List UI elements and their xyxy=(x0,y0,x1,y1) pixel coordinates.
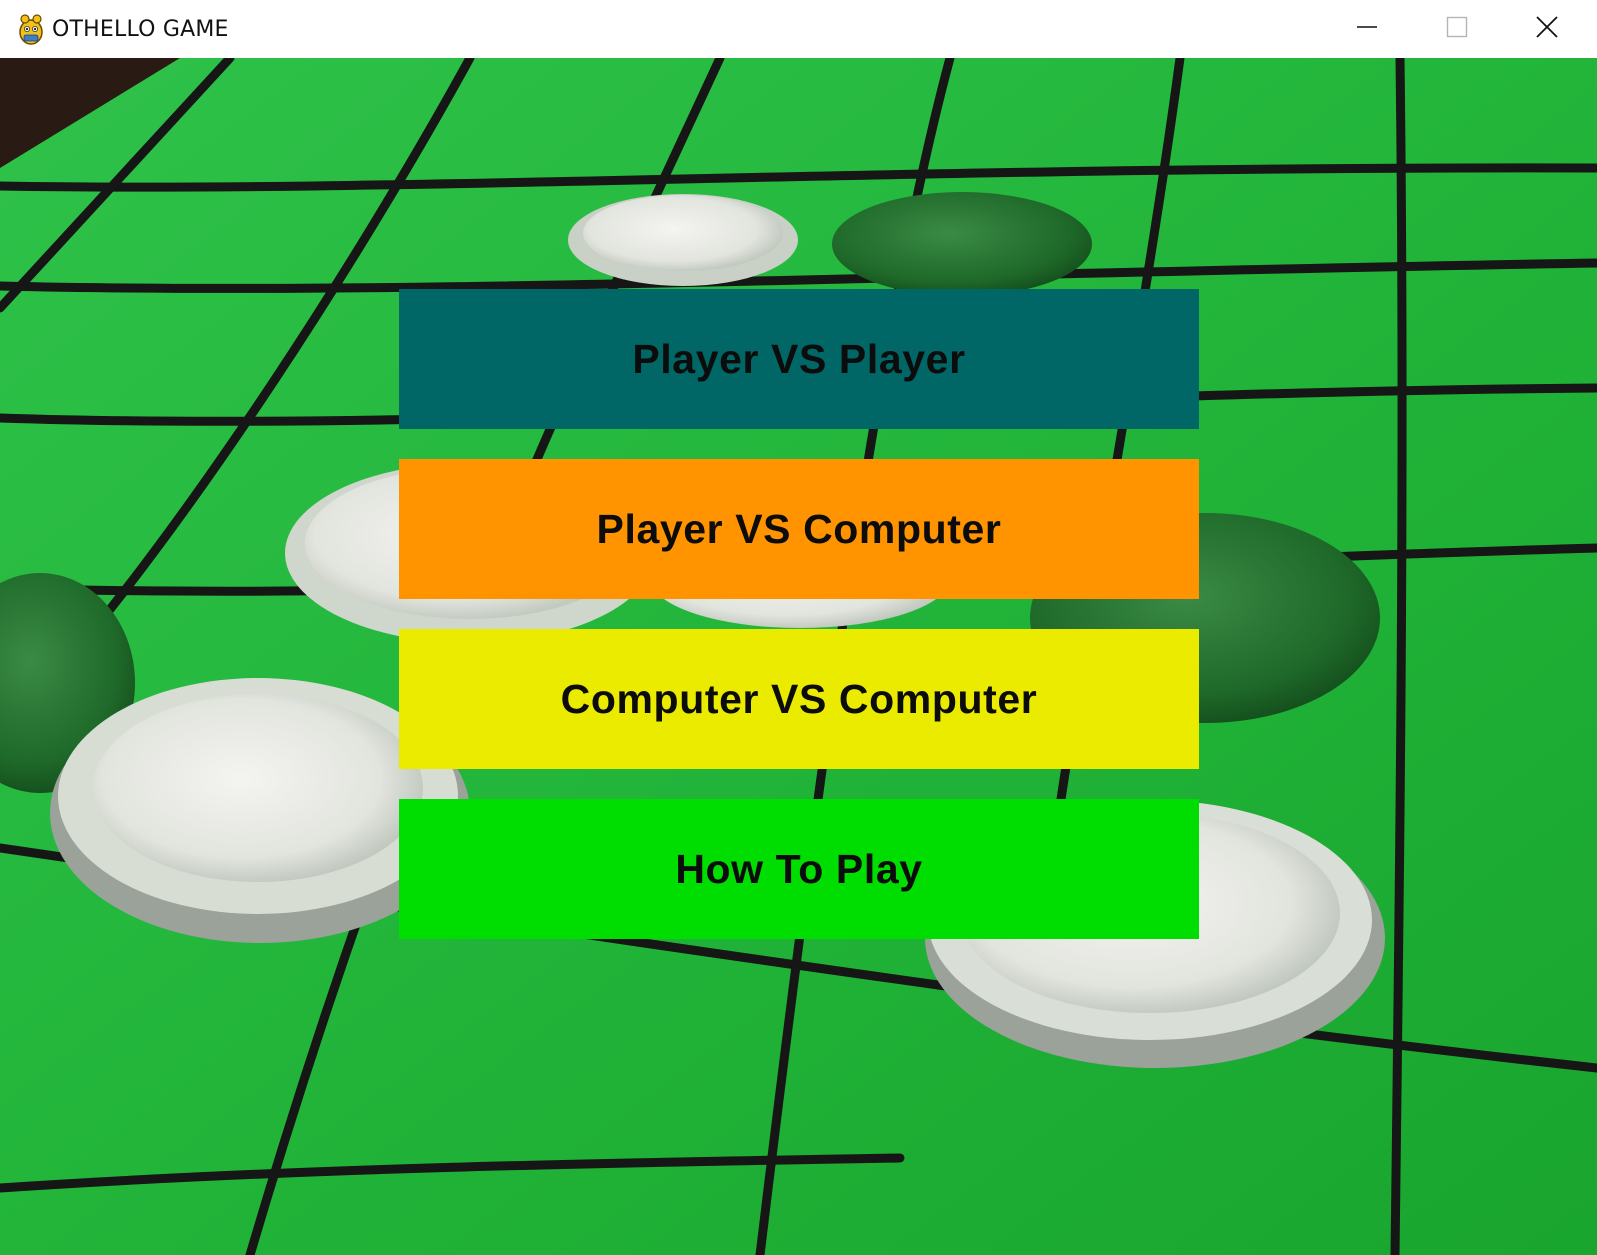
title-bar[interactable]: OTHELLO GAME xyxy=(0,0,1597,58)
minimize-button[interactable] xyxy=(1322,0,1412,54)
window-title: OTHELLO GAME xyxy=(52,16,229,42)
pygame-snake-icon xyxy=(19,14,43,45)
computer-vs-computer-button[interactable]: Computer VS Computer xyxy=(399,629,1199,769)
how-to-play-label: How To Play xyxy=(675,845,923,892)
how-to-play-button[interactable]: How To Play xyxy=(399,799,1199,939)
close-icon xyxy=(1536,16,1558,38)
maximize-icon xyxy=(1446,16,1468,38)
player-vs-computer-label: Player VS Computer xyxy=(596,505,1002,552)
maximize-button[interactable] xyxy=(1412,0,1502,54)
player-vs-player-button[interactable]: Player VS Player xyxy=(399,289,1199,429)
player-vs-computer-button[interactable]: Player VS Computer xyxy=(399,459,1199,599)
computer-vs-computer-label: Computer VS Computer xyxy=(560,675,1038,722)
close-button[interactable] xyxy=(1502,0,1592,54)
game-window: OTHELLO GAME Player VS Player Player VS … xyxy=(0,0,1597,1255)
minimize-icon xyxy=(1357,26,1377,28)
player-vs-player-label: Player VS Player xyxy=(632,335,966,382)
game-canvas[interactable]: Player VS Player Player VS Computer Comp… xyxy=(0,58,1597,1255)
